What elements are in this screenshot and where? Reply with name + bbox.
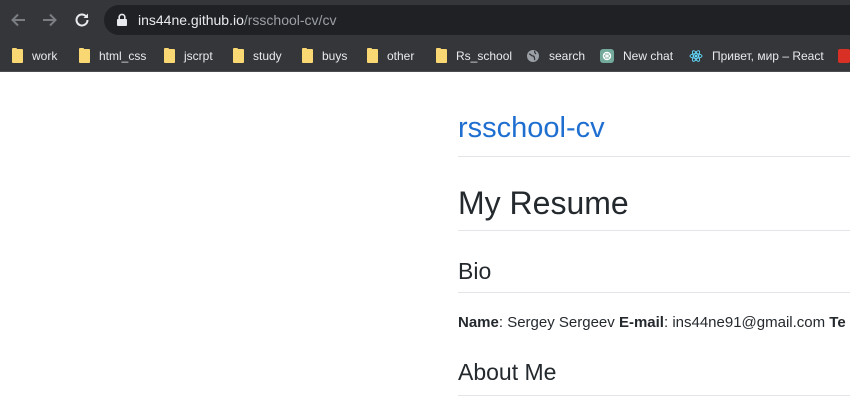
bio-text: Name: Sergey Sergeev E-mail: ins44ne91@g… xyxy=(458,314,846,331)
forward-button[interactable] xyxy=(38,8,62,32)
bookmark-label: buys xyxy=(322,49,348,63)
url-text: ins44ne.github.io/rsschool-cv/cv xyxy=(138,12,336,28)
folder-icon xyxy=(367,48,378,63)
back-button[interactable] xyxy=(6,8,30,32)
page-heading: My Resume xyxy=(458,185,629,221)
bookmark-other[interactable]: other xyxy=(367,46,414,66)
about-heading: About Me xyxy=(458,359,557,385)
email-label: E-mail xyxy=(618,314,664,331)
folder-icon xyxy=(233,48,244,63)
bookmark-label: search xyxy=(549,49,586,63)
bookmark-label: work xyxy=(32,49,58,63)
web-page: rsschool-cv My Resume Bio Name: Sergey S… xyxy=(0,72,850,408)
site-title-link[interactable]: rsschool-cv xyxy=(458,112,605,145)
bookmark-label: jscrpt xyxy=(184,49,213,63)
divider xyxy=(458,395,850,396)
reload-button[interactable] xyxy=(70,8,94,32)
folder-icon xyxy=(436,48,447,63)
globe-icon xyxy=(527,50,539,62)
divider xyxy=(458,292,850,293)
divider xyxy=(458,156,850,157)
url-path: /rsschool-cv/cv xyxy=(243,12,337,28)
bookmark-favicon-icon xyxy=(838,49,850,63)
folder-icon xyxy=(12,48,23,63)
bookmark-html-css[interactable]: html_css xyxy=(79,46,146,66)
name-label: Name xyxy=(458,314,499,331)
chatgpt-icon xyxy=(600,49,614,63)
folder-icon xyxy=(302,48,313,63)
bookmark-react[interactable]: Привет, мир – React xyxy=(689,46,824,66)
arrow-left-icon xyxy=(11,13,25,27)
bookmark-label: Rs_school xyxy=(456,49,513,63)
bookmark-new-chat[interactable]: New chat xyxy=(600,46,673,66)
folder-icon xyxy=(79,48,90,63)
bookmark-rs-school[interactable]: Rs_school xyxy=(436,46,512,66)
bio-heading: Bio xyxy=(458,258,492,284)
bookmark-label: html_css xyxy=(99,49,147,63)
bookmark-work[interactable]: work xyxy=(12,46,57,66)
bookmark-label: study xyxy=(253,49,282,63)
bookmark-study[interactable]: study xyxy=(233,46,282,66)
bookmark-buys[interactable]: buys xyxy=(302,46,347,66)
divider xyxy=(458,230,850,231)
react-icon xyxy=(689,50,703,62)
browser-toolbar: ins44ne.github.io/rsschool-cv/cv xyxy=(0,0,850,39)
bookmarks-bar: work html_css jscrpt study buys other Rs… xyxy=(0,39,850,72)
bookmark-label: Привет, мир – React xyxy=(712,49,824,63)
phone-label: Te xyxy=(829,314,846,331)
email-value: ins44ne91@gmail.com xyxy=(672,314,826,331)
lock-icon xyxy=(117,13,127,26)
url-host: ins44ne.github.io xyxy=(138,12,244,28)
reload-icon xyxy=(75,13,89,27)
arrow-right-icon xyxy=(43,13,57,27)
folder-icon xyxy=(164,48,175,63)
bookmark-search[interactable]: search xyxy=(526,46,585,66)
name-value: Sergey Sergeev xyxy=(507,314,615,331)
bookmark-label: New chat xyxy=(623,49,674,63)
bookmark-overflow[interactable] xyxy=(838,46,850,66)
bookmark-label: other xyxy=(387,49,415,63)
bookmark-jscrpt[interactable]: jscrpt xyxy=(164,46,213,66)
address-bar[interactable]: ins44ne.github.io/rsschool-cv/cv xyxy=(104,5,850,35)
